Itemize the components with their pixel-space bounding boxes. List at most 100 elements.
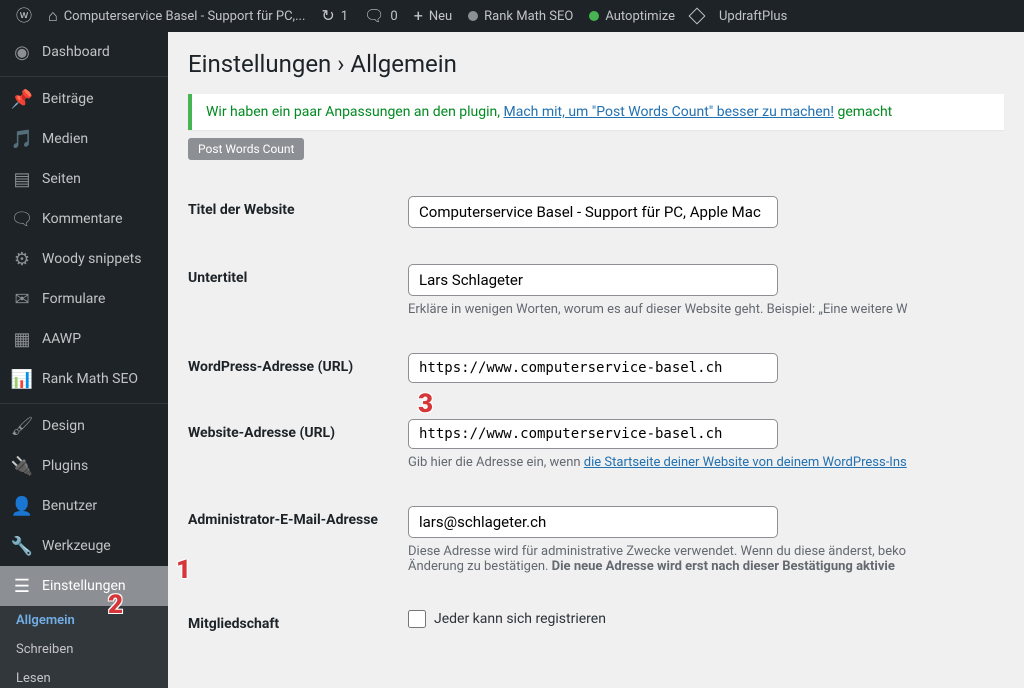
diamond-link[interactable] bbox=[683, 0, 711, 32]
notice-text: Wir haben ein paar Anpassungen an den pl… bbox=[206, 104, 503, 120]
comment-icon: 🗨 bbox=[364, 8, 384, 24]
sidebar-item-label: Beiträge bbox=[42, 91, 94, 107]
sidebar-item-forms[interactable]: ✉ Formulare bbox=[0, 279, 168, 319]
page-title: Einstellungen › Allgemein bbox=[188, 50, 1004, 78]
wrench-icon: 🔧 bbox=[12, 536, 32, 556]
sidebar-item-label: Kommentare bbox=[42, 211, 123, 227]
sidebar-item-dashboard[interactable]: ◉ Dashboard bbox=[0, 32, 168, 72]
siteurl-desc-link[interactable]: die Startseite deiner Website von deinem… bbox=[584, 455, 907, 470]
submenu-label: Lesen bbox=[16, 671, 51, 686]
main-content: Einstellungen › Allgemein Wir haben ein … bbox=[168, 32, 1024, 688]
updates-link[interactable]: ↻ 1 bbox=[313, 0, 356, 32]
submenu-writing[interactable]: Schreiben bbox=[0, 635, 168, 664]
sidebar-item-label: Medien bbox=[42, 131, 88, 147]
comments-link[interactable]: 🗨 0 bbox=[356, 0, 406, 32]
tagline-label: Untertitel bbox=[188, 246, 408, 335]
notice-banner: Wir haben ein paar Anpassungen an den pl… bbox=[188, 94, 1004, 130]
wpurl-label: WordPress-Adresse (URL) bbox=[188, 335, 408, 401]
membership-checkbox-label: Jeder kann sich registrieren bbox=[434, 611, 606, 627]
site-title-label: Titel der Website bbox=[188, 178, 408, 246]
sidebar-item-users[interactable]: 👤 Benutzer bbox=[0, 486, 168, 526]
page-icon: ▤ bbox=[12, 169, 32, 189]
membership-checkbox[interactable] bbox=[408, 610, 426, 628]
admin-bar: ⓦ ⌂ Computerservice Basel - Support für … bbox=[0, 0, 1024, 32]
dashboard-icon: ◉ bbox=[12, 42, 32, 62]
siteurl-desc: Gib hier die Adresse ein, wenn die Start… bbox=[408, 455, 1004, 470]
pin-icon: 📌 bbox=[12, 89, 32, 109]
sliders-icon: ☰ bbox=[12, 576, 32, 596]
plus-icon: + bbox=[414, 8, 423, 24]
tagline-input[interactable] bbox=[408, 264, 778, 296]
sidebar-item-label: Seiten bbox=[42, 171, 81, 187]
sidebar-item-label: AAWP bbox=[42, 331, 81, 347]
sidebar-item-label: Benutzer bbox=[42, 498, 97, 514]
submenu-label: Schreiben bbox=[16, 642, 73, 657]
user-icon: 👤 bbox=[12, 496, 32, 516]
admin-email-label: Administrator-E-Mail-Adresse bbox=[188, 488, 408, 592]
sidebar-item-plugins[interactable]: 🔌 Plugins bbox=[0, 446, 168, 486]
new-label: Neu bbox=[429, 9, 452, 24]
admin-email-desc: Diese Adresse wird für administrative Zw… bbox=[408, 544, 1004, 574]
wordpress-icon: ⓦ bbox=[16, 8, 32, 24]
membership-row[interactable]: Jeder kann sich registrieren bbox=[408, 610, 1004, 628]
autoptimize-link[interactable]: Autoptimize bbox=[581, 0, 683, 32]
sidebar-item-label: Dashboard bbox=[42, 44, 110, 60]
sidebar-item-label: Rank Math SEO bbox=[42, 371, 138, 387]
updraft-label: UpdraftPlus bbox=[719, 9, 787, 24]
comment-icon: 🗨 bbox=[12, 209, 32, 229]
sidebar-item-label: Einstellungen bbox=[42, 578, 126, 594]
sidebar-item-aawp[interactable]: ▦ AAWP bbox=[0, 319, 168, 359]
sidebar-item-label: Design bbox=[42, 418, 85, 434]
wpurl-input[interactable] bbox=[408, 353, 778, 383]
autoptimize-label: Autoptimize bbox=[605, 9, 675, 24]
submenu-label: Allgemein bbox=[16, 613, 75, 628]
site-name-link[interactable]: ⌂ Computerservice Basel - Support für PC… bbox=[40, 0, 313, 32]
sidebar-item-rankmath[interactable]: 📊 Rank Math SEO bbox=[0, 359, 168, 399]
siteurl-label: Website-Adresse (URL) bbox=[188, 401, 408, 488]
brush-icon: 🖌 bbox=[12, 416, 32, 436]
sidebar-item-media[interactable]: 🎵 Medien bbox=[0, 119, 168, 159]
mail-icon: ✉ bbox=[12, 289, 32, 309]
chart-icon: 📊 bbox=[12, 369, 32, 389]
wp-logo[interactable]: ⓦ bbox=[8, 0, 40, 32]
rankmath-link[interactable]: Rank Math SEO bbox=[460, 0, 581, 32]
admin-email-input[interactable] bbox=[408, 506, 778, 538]
settings-form: Titel der Website Untertitel Erkläre in … bbox=[188, 178, 1004, 656]
sidebar-item-comments[interactable]: 🗨 Kommentare bbox=[0, 199, 168, 239]
sidebar-item-tools[interactable]: 🔧 Werkzeuge bbox=[0, 526, 168, 566]
sidebar-item-label: Werkzeuge bbox=[42, 538, 111, 554]
notice-suffix: gemacht bbox=[834, 104, 892, 120]
updraft-link[interactable]: UpdraftPlus bbox=[711, 0, 795, 32]
dot-icon bbox=[468, 11, 478, 21]
diamond-icon bbox=[688, 8, 705, 25]
sidebar-item-settings[interactable]: ☰ Einstellungen bbox=[0, 566, 168, 606]
media-icon: 🎵 bbox=[12, 129, 32, 149]
membership-label: Mitgliedschaft bbox=[188, 592, 408, 656]
sidebar-item-pages[interactable]: ▤ Seiten bbox=[0, 159, 168, 199]
sidebar-item-woody[interactable]: ⚙ Woody snippets bbox=[0, 239, 168, 279]
site-title-input[interactable] bbox=[408, 196, 778, 228]
sidebar-item-label: Woody snippets bbox=[42, 251, 141, 267]
screen-icon: ▦ bbox=[12, 329, 32, 349]
sidebar-item-label: Formulare bbox=[42, 291, 105, 307]
updates-count: 1 bbox=[341, 9, 348, 24]
siteurl-input[interactable] bbox=[408, 419, 778, 449]
refresh-icon: ↻ bbox=[321, 8, 334, 24]
site-name: Computerservice Basel - Support für PC,.… bbox=[64, 9, 306, 24]
sidebar-item-posts[interactable]: 📌 Beiträge bbox=[0, 76, 168, 119]
home-icon: ⌂ bbox=[48, 8, 58, 24]
sidebar-item-appearance[interactable]: 🖌 Design bbox=[0, 403, 168, 446]
plugin-pill[interactable]: Post Words Count bbox=[188, 138, 304, 160]
notice-link[interactable]: Mach mit, um "Post Words Count" besser z… bbox=[503, 104, 834, 120]
plug-icon: 🔌 bbox=[12, 456, 32, 476]
tagline-desc: Erkläre in wenigen Worten, worum es auf … bbox=[408, 302, 1004, 317]
settings-submenu: Allgemein Schreiben Lesen bbox=[0, 606, 168, 688]
submenu-reading[interactable]: Lesen bbox=[0, 664, 168, 688]
submenu-general[interactable]: Allgemein bbox=[0, 606, 168, 635]
comments-count: 0 bbox=[390, 9, 397, 24]
new-content-link[interactable]: + Neu bbox=[406, 0, 460, 32]
rankmath-label: Rank Math SEO bbox=[484, 9, 573, 24]
gear-icon: ⚙ bbox=[12, 249, 32, 269]
green-dot-icon bbox=[589, 11, 599, 21]
sidebar-item-label: Plugins bbox=[42, 458, 88, 474]
